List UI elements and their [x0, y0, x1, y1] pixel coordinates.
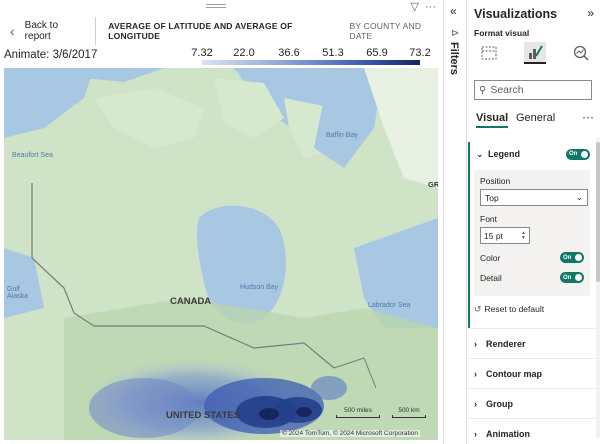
detail-row: Detail On — [480, 272, 584, 283]
tab-general[interactable]: General — [516, 112, 555, 124]
section-group[interactable]: › Group — [468, 388, 596, 418]
label-beaufort-sea: Beaufort Sea — [12, 152, 53, 159]
format-visual-icon[interactable] — [524, 42, 546, 64]
stepper-arrows-icon[interactable]: ▲ ▼ — [521, 230, 526, 241]
legend-tick: 51.3 — [322, 47, 344, 59]
scale-miles-label: 500 miles — [344, 407, 372, 414]
detail-label: Detail — [480, 272, 502, 283]
legend-tick: 36.6 — [278, 47, 300, 59]
reset-icon: ↺ — [474, 304, 482, 314]
pane-scrollbar[interactable] — [596, 138, 600, 438]
filters-pane-collapsed[interactable]: « ⊳ Filters — [443, 0, 467, 444]
font-size-stepper[interactable]: 15 pt ▲ ▼ — [480, 227, 530, 244]
label-canada: CANADA — [170, 296, 212, 307]
label-baffin-bay: Baffin Bay — [326, 132, 358, 139]
drag-grip[interactable] — [206, 4, 226, 8]
section-animation[interactable]: › Animation — [468, 418, 596, 444]
toggle-label: On — [563, 254, 572, 261]
filters-label: Filters — [448, 42, 460, 76]
label-labrador-sea: Labrador Sea — [368, 302, 411, 309]
pane-title: Visualizations — [474, 7, 558, 21]
search-input[interactable]: ⚲ Search — [474, 80, 592, 100]
reset-label: Reset to default — [484, 304, 545, 314]
label-united-states: UNITED STATES — [166, 410, 241, 421]
reset-to-default-button[interactable]: ↺ Reset to default — [474, 304, 544, 315]
color-label: Color — [480, 252, 501, 263]
double-chevron-right-icon[interactable]: » — [587, 6, 594, 20]
more-options-icon[interactable]: ··· — [425, 1, 436, 13]
pane-subtitle: Format visual — [474, 28, 530, 38]
chevron-left-icon: ‹ — [10, 23, 15, 39]
map-graphic — [4, 68, 438, 440]
position-label: Position — [480, 176, 511, 186]
legend-toggle[interactable]: On — [566, 148, 590, 160]
report-canvas: ▽ ··· ‹ Back to report AVERAGE OF LATITU… — [0, 0, 442, 444]
chevron-right-icon: › — [474, 368, 477, 379]
search-placeholder: Search — [490, 84, 524, 96]
section-label: Renderer — [486, 338, 526, 349]
format-tabs: Visual General ··· — [476, 110, 594, 128]
section-label: Contour map — [486, 368, 542, 379]
position-select[interactable]: Top ⌄ — [480, 189, 588, 206]
legend-tick: 65.9 — [366, 47, 388, 59]
scale-miles: 500 miles — [336, 407, 380, 418]
tab-visual[interactable]: Visual — [476, 112, 509, 128]
legend-tick: 22.0 — [233, 47, 255, 59]
scale-km: 500 km — [392, 407, 426, 418]
section-label: Animation — [486, 428, 530, 439]
position-value: Top — [485, 192, 499, 203]
toggle-label: On — [569, 151, 578, 157]
map-legend: 7.32 22.0 36.6 51.3 65.9 73.2 — [191, 47, 431, 67]
color-row: Color On — [480, 252, 584, 263]
detail-toggle[interactable]: On — [560, 272, 584, 283]
label-hudson-bay: Hudson Bay — [240, 284, 279, 291]
legend-tick: 73.2 — [409, 47, 431, 59]
funnel-icon: ⊳ — [451, 28, 460, 39]
color-toggle[interactable]: On — [560, 252, 584, 263]
visualizations-pane: Visualizations » Format visual ⚲ Search … — [468, 0, 600, 444]
scrollbar-thumb[interactable] — [596, 142, 600, 282]
legend-tick: 7.32 — [191, 47, 213, 59]
section-label: Group — [486, 398, 513, 409]
legend-card: ⌄ Legend On Position Top ⌄ Font 15 pt ▲ ▼ … — [468, 142, 596, 328]
filter-icon[interactable]: ▽ — [411, 0, 419, 13]
double-chevron-left-icon[interactable]: « — [450, 4, 457, 18]
visual-title: AVERAGE OF LATITUDE AND AVERAGE OF LONGI… — [108, 21, 293, 41]
chevron-right-icon: › — [474, 398, 477, 409]
legend-section-header[interactable]: ⌄ Legend On — [470, 142, 596, 166]
label-gulf-alaska: Gulf Alaska — [7, 286, 29, 300]
map-copyright: © 2024 TomTom, © 2024 Microsoft Corporat… — [280, 430, 420, 437]
visual-subtitle: BY COUNTY AND DATE — [349, 21, 422, 41]
section-renderer[interactable]: › Renderer — [468, 328, 596, 358]
animate-label: Animate: 3/6/2017 — [4, 49, 98, 61]
font-label: Font — [480, 214, 498, 224]
chevron-right-icon: › — [474, 338, 477, 349]
chevron-down-icon: ⌄ — [575, 192, 583, 202]
build-visual-icon[interactable] — [478, 42, 500, 64]
label-greenland-partial: GRI — [428, 180, 438, 189]
chevron-down-icon: ⌄ — [476, 148, 484, 159]
back-to-report-button[interactable]: ‹ Back to report — [0, 17, 97, 45]
legend-gradient-bar — [202, 60, 420, 65]
section-contour-map[interactable]: › Contour map — [468, 358, 596, 388]
focus-mode-header: ‹ Back to report AVERAGE OF LATITUDE AND… — [0, 14, 442, 48]
format-icon-row — [474, 42, 594, 66]
back-label: Back to report — [24, 20, 59, 42]
scale-km-label: 500 km — [398, 407, 420, 414]
legend-section-label: Legend — [488, 148, 521, 159]
search-icon: ⚲ — [479, 84, 487, 96]
legend-settings: Position Top ⌄ Font 15 pt ▲ ▼ Color On De… — [474, 170, 590, 296]
format-sections: › Renderer › Contour map › Group › Animation — [468, 328, 596, 444]
font-size-value: 15 pt — [484, 230, 503, 241]
analytics-icon[interactable] — [570, 42, 592, 64]
map-view[interactable]: Beaufort Sea Baffin Bay Hudson Bay Labra… — [4, 68, 438, 440]
toggle-label: On — [563, 274, 572, 281]
chevron-right-icon: › — [474, 428, 477, 439]
more-options-icon[interactable]: ··· — [582, 110, 594, 124]
visual-header-icons: ▽ ··· — [411, 0, 436, 14]
